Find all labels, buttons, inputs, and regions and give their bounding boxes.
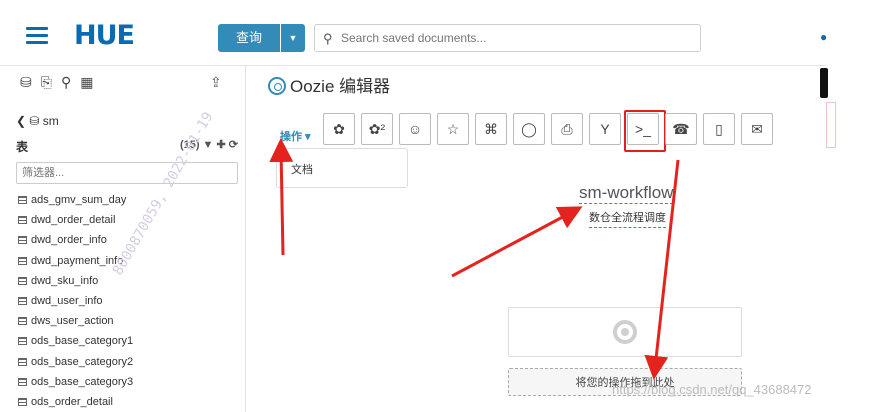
blog-watermark: https://blog.csdn.net/qq_43688472 (612, 382, 812, 397)
table-name: dwd_order_detail (31, 214, 116, 227)
file-icon: ▯ (715, 120, 723, 137)
hue-logo[interactable]: HUE (74, 20, 135, 51)
ssh-icon: ☎ (672, 120, 690, 137)
dark-edge-marker (820, 68, 828, 98)
actions-label: 操作 (280, 131, 302, 143)
toolbar-pig-icon[interactable]: ☺ (399, 113, 431, 145)
actions-dropdown[interactable]: 操作 ▾ (280, 128, 311, 144)
toolbar-java-icon[interactable]: ⌘ (475, 113, 507, 145)
toolbar-email-icon[interactable]: ✉ (741, 113, 773, 145)
table-item[interactable]: ods_base_category2 (18, 352, 133, 372)
pig-icon: ☺ (407, 121, 423, 137)
table-name: dwd_sku_info (31, 274, 99, 287)
table-name: ads_gmv_sum_day (31, 194, 127, 206)
hive-icon: ✿ (333, 120, 345, 137)
shell-icon: >_ (635, 121, 651, 137)
table-icon (18, 377, 27, 386)
table-icon (18, 317, 27, 326)
java-icon: ⌘ (484, 120, 498, 137)
toolbar-hive-icon[interactable]: ✿ (323, 113, 355, 145)
table-icon (18, 216, 27, 225)
popup-item-document[interactable]: 文档 (291, 164, 313, 176)
table-item[interactable]: ods_base_category1 (18, 331, 133, 351)
assist-panel-tabs: ⛁ ⎘ ⚲ ▦ (20, 74, 93, 96)
toolbar-file-icon[interactable]: ▯ (703, 113, 735, 145)
table-item[interactable]: ods_order_detail (18, 392, 133, 412)
subworkflow-icon: Y (600, 121, 610, 137)
right-edge-area (826, 0, 871, 412)
table-icon (18, 276, 27, 285)
spark-icon: ☆ (446, 120, 460, 137)
start-circle-icon (613, 320, 637, 344)
search-icon: ⚲ (323, 31, 333, 46)
table-item[interactable]: dws_user_action (18, 311, 133, 331)
table-name: ods_base_category2 (31, 355, 134, 368)
query-dropdown-caret-icon[interactable]: ▼ (281, 24, 305, 52)
table-item[interactable]: ads_gmv_sum_day (18, 190, 133, 210)
hive2-icon: ✿² (368, 120, 386, 137)
action-toolbar: ✿ ✿² ☺ ☆ ⌘ ◯ ⎙ Y >_ ☎ ▯ ✉ (323, 110, 773, 152)
start-node (508, 307, 742, 357)
menu-icon[interactable] (26, 27, 48, 45)
table-item[interactable]: dwd_order_detail (18, 210, 133, 230)
table-name: dwd_order_info (31, 234, 107, 247)
table-icon (18, 236, 27, 245)
table-item[interactable]: dwd_user_info (18, 291, 133, 311)
toolbar-shell-icon[interactable]: >_ (624, 110, 666, 152)
table-icon (18, 196, 27, 204)
top-navigation-bar: HUE 查询 ▼ ⚲ ● (0, 0, 871, 66)
table-name: ods_base_category1 (31, 335, 134, 348)
documents-icon[interactable]: ⎘ (41, 74, 52, 96)
oozie-icon (268, 77, 286, 95)
table-filter-input[interactable] (16, 162, 238, 184)
toolbar-subworkflow-icon[interactable]: Y (589, 113, 621, 145)
toolbar-sqoop-icon[interactable]: ◯ (513, 113, 545, 145)
database-name: sm (42, 114, 59, 128)
database-breadcrumb[interactable]: ❮ ⛁ sm (16, 114, 59, 128)
table-name: ods_base_category3 (31, 375, 134, 388)
table-item[interactable]: ods_base_category3 (18, 372, 133, 392)
toolbar-ssh-icon[interactable]: ☎ (665, 113, 697, 145)
table-icon (18, 397, 27, 406)
sqoop-icon: ◯ (521, 120, 537, 137)
oozie-editor-main: Oozie 编辑器 操作 ▾ ✿ ✿² ☺ ☆ ⌘ ◯ ⎙ Y >_ ☎ ▯ ✉ 文档 sm-work… (246, 66, 826, 412)
toolbar-mapreduce-icon[interactable]: ⎙ (551, 113, 583, 145)
toolbar-hive2-icon[interactable]: ✿² (361, 113, 393, 145)
toolbar-spark-icon[interactable]: ☆ (437, 113, 469, 145)
table-name: ods_order_detail (31, 395, 113, 408)
email-icon: ✉ (751, 120, 763, 137)
table-icon (18, 256, 27, 265)
actions-popup: 文档 (276, 148, 408, 188)
search-assist-icon[interactable]: ⚲ (61, 74, 71, 96)
editor-title-text: Oozie 编辑器 (290, 77, 391, 96)
workflow-description[interactable]: 数仓全流程调度 (589, 209, 666, 228)
editor-title: Oozie 编辑器 (268, 72, 390, 97)
table-icon (18, 296, 27, 305)
search-box[interactable]: ⚲ (314, 24, 701, 52)
table-name: dws_user_action (31, 315, 114, 328)
workflow-name[interactable]: sm-workflow (579, 183, 674, 204)
table-name: dwd_user_info (31, 294, 103, 307)
database-icon[interactable]: ⛁ (20, 74, 32, 96)
table-list: ads_gmv_sum_day dwd_order_detail dwd_order… (18, 190, 133, 412)
grid-icon[interactable]: ▦ (80, 74, 93, 96)
table-name: dwd_payment_info (31, 254, 124, 267)
tables-header: 表 (15) ▼ ✚ ⟳ (16, 138, 238, 155)
tables-label: 表 (16, 140, 29, 154)
table-item[interactable]: dwd_order_info (18, 230, 133, 250)
refresh-assist-icon[interactable]: ⇪ (210, 74, 222, 91)
mapreduce-icon: ⎙ (561, 120, 573, 137)
table-icon (18, 357, 27, 366)
table-icon (18, 337, 27, 346)
query-button[interactable]: 查询 (218, 24, 280, 52)
right-edge-box (826, 102, 836, 148)
search-input[interactable] (341, 28, 691, 48)
